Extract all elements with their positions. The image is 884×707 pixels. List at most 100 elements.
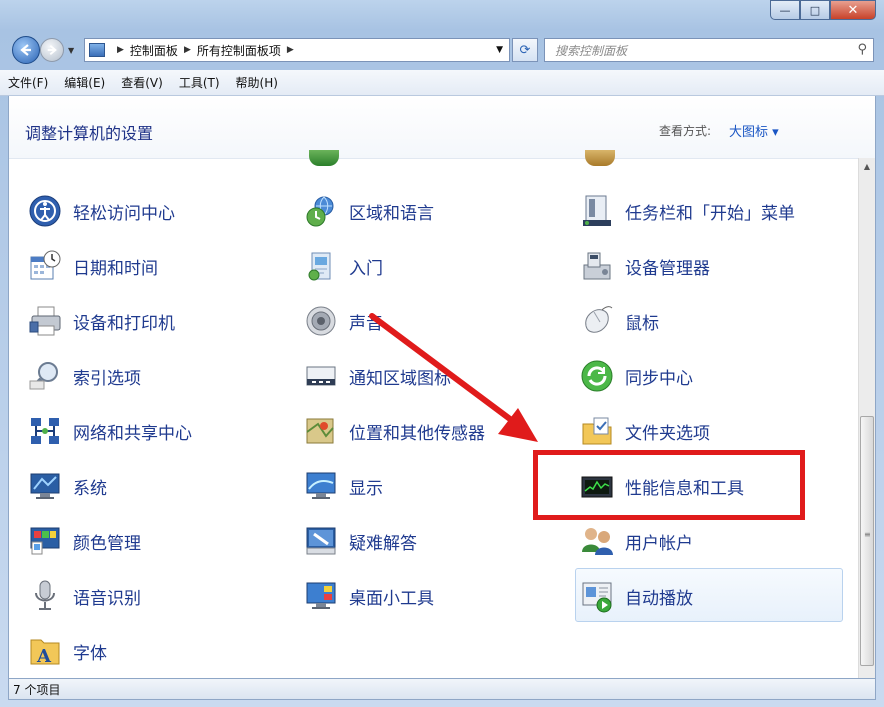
minimize-button[interactable]: — [770,0,800,20]
navigation-bar: ▼ ▶ 控制面板 ▶ 所有控制面板项 ▶ ▼ ⟳ 搜索控制面板 ⚲ [0,28,884,70]
item-label: 文件夹选项 [625,423,710,444]
menu-help[interactable]: 帮助(H) [228,74,286,91]
item-user-accounts[interactable]: 用户帐户 [579,518,693,564]
content-pane: 调整计算机的设置 查看方式: 大图标 ▾ 轻松访问中心 区域和语言 任务栏和「开… [8,96,876,678]
partial-item-icon [585,150,615,166]
item-label: 任务栏和「开始」菜单 [625,203,795,224]
fonts-icon: A [27,633,63,669]
item-label: 显示 [349,478,383,499]
menu-file[interactable]: 文件(F) [0,74,56,91]
desktop-gadgets-icon [303,578,339,614]
refresh-icon: ⟳ [519,42,531,58]
item-troubleshooting[interactable]: 疑难解答 [303,518,417,564]
sync-center-icon [579,358,615,394]
item-label: 自动播放 [625,588,693,609]
svg-text:A: A [36,646,52,667]
address-bar[interactable]: ▶ 控制面板 ▶ 所有控制面板项 ▶ ▼ [84,38,510,62]
item-ease-of-access[interactable]: 轻松访问中心 [27,188,175,234]
item-mouse[interactable]: 鼠标 [579,298,659,344]
item-getting-started[interactable]: 入门 [303,243,383,289]
arrow-left-icon [20,44,31,56]
maximize-button[interactable]: □ [800,0,830,20]
item-label: 疑难解答 [349,533,417,554]
item-label: 日期和时间 [73,258,158,279]
item-region-language[interactable]: 区域和语言 [303,188,434,234]
breadcrumb-chevron-icon[interactable]: ▶ [184,45,191,55]
item-label: 语音识别 [73,588,141,609]
item-system[interactable]: 系统 [27,463,107,509]
mouse-icon [579,303,615,339]
scroll-up-icon[interactable]: ▲ [859,158,875,175]
item-label: 网络和共享中心 [73,423,192,444]
menu-view[interactable]: 查看(V) [113,74,171,91]
breadcrumb-all-items[interactable]: 所有控制面板项 [197,42,281,59]
item-autoplay[interactable]: 自动播放 [579,573,693,619]
item-date-time[interactable]: 日期和时间 [27,243,158,289]
menu-edit[interactable]: 编辑(E) [56,74,113,91]
status-bar: 7 个项目 [8,678,876,700]
arrow-right-icon [47,44,57,56]
breadcrumb-chevron-icon[interactable]: ▶ [117,45,124,55]
item-folder-options[interactable]: 文件夹选项 [579,408,710,454]
item-speech-recognition[interactable]: 语音识别 [27,573,141,619]
item-color-management[interactable]: 颜色管理 [27,518,141,564]
item-label: 位置和其他传感器 [349,423,485,444]
taskbar-icon [579,193,615,229]
item-sound[interactable]: 声音 [303,298,383,344]
item-notification-icons[interactable]: 通知区域图标 [303,353,451,399]
ease-of-access-icon [27,193,63,229]
search-placeholder: 搜索控制面板 [555,43,628,58]
index-search-icon [27,358,63,394]
scrollbar-thumb[interactable]: ≡ [860,416,874,666]
speaker-icon [303,303,339,339]
item-label: 声音 [349,313,383,334]
item-label: 鼠标 [625,313,659,334]
item-desktop-gadgets[interactable]: 桌面小工具 [303,573,434,619]
vertical-scrollbar[interactable]: ▲ ≡ [858,158,875,678]
search-input[interactable]: 搜索控制面板 ⚲ [544,38,874,62]
item-indexing-options[interactable]: 索引选项 [27,353,141,399]
item-devices-printers[interactable]: 设备和打印机 [27,298,175,344]
user-accounts-icon [579,523,615,559]
printer-icon [27,303,63,339]
item-label: 通知区域图标 [349,368,451,389]
close-button[interactable]: ✕ [830,0,876,20]
view-by-dropdown[interactable]: 大图标 ▾ [729,121,779,140]
item-taskbar-start-menu[interactable]: 任务栏和「开始」菜单 [579,188,795,234]
item-device-manager[interactable]: 设备管理器 [579,243,710,289]
window-controls: — □ ✕ [770,0,876,20]
breadcrumb-control-panel[interactable]: 控制面板 [130,42,178,59]
calendar-clock-icon [27,248,63,284]
recent-pages-dropdown[interactable]: ▼ [68,46,74,55]
item-fonts[interactable]: A 字体 [27,628,107,674]
address-dropdown-icon[interactable]: ▼ [496,45,503,55]
item-label: 同步中心 [625,368,693,389]
display-icon [303,468,339,504]
getting-started-icon [303,248,339,284]
content-header: 调整计算机的设置 查看方式: 大图标 ▾ [9,96,875,159]
grip-icon: ≡ [864,530,871,539]
item-sync-center[interactable]: 同步中心 [579,353,693,399]
refresh-button[interactable]: ⟳ [512,38,538,62]
menu-tools[interactable]: 工具(T) [171,74,228,91]
item-count: 7 个项目 [13,682,61,697]
location-sensor-icon [303,413,339,449]
breadcrumb-chevron-icon[interactable]: ▶ [287,45,294,55]
item-network-sharing[interactable]: 网络和共享中心 [27,408,192,454]
item-label: 用户帐户 [625,533,693,554]
item-location-sensors[interactable]: 位置和其他传感器 [303,408,485,454]
item-label: 轻松访问中心 [73,203,175,224]
menu-bar: 文件(F) 编辑(E) 查看(V) 工具(T) 帮助(H) [0,70,884,96]
notification-area-icon [303,358,339,394]
troubleshooting-icon [303,523,339,559]
item-label: 索引选项 [73,368,141,389]
item-label: 设备和打印机 [73,313,175,334]
back-button[interactable] [12,36,40,64]
search-icon[interactable]: ⚲ [857,42,867,57]
item-label: 系统 [73,478,107,499]
forward-button[interactable] [40,38,64,62]
item-display[interactable]: 显示 [303,463,383,509]
autoplay-icon [579,578,615,614]
item-label: 桌面小工具 [349,588,434,609]
color-management-icon [27,523,63,559]
